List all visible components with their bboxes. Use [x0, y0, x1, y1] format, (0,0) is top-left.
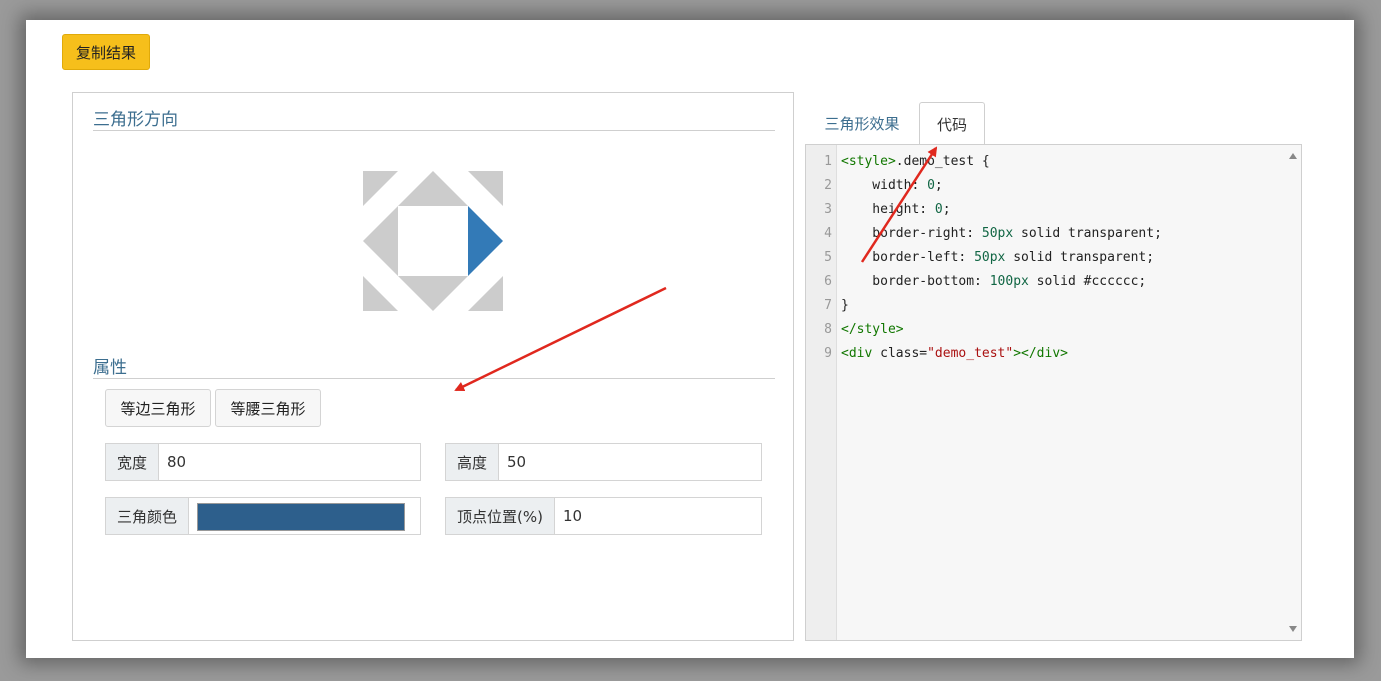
isosceles-triangle-button[interactable]: 等腰三角形 [215, 389, 321, 427]
direction-bottom[interactable] [398, 276, 468, 311]
direction-top-left[interactable] [363, 171, 398, 206]
code-line: border-bottom: 100px solid #cccccc; [841, 274, 1147, 289]
code-line: border-left: 50px solid transparent; [841, 250, 1155, 265]
color-input[interactable] [189, 498, 420, 534]
equilateral-triangle-button[interactable]: 等边三角形 [105, 389, 211, 427]
vertex-position-label: 顶点位置(%) [446, 498, 555, 534]
color-field: 三角颜色 [105, 497, 421, 535]
copy-result-button[interactable]: 复制结果 [62, 34, 150, 70]
direction-bottom-right[interactable] [468, 276, 503, 311]
vertex-position-field: 顶点位置(%) 10 [445, 497, 762, 535]
line-number: 9 [824, 346, 832, 361]
width-label: 宽度 [106, 444, 160, 480]
direction-divider [93, 130, 775, 131]
line-number: 6 [824, 274, 832, 289]
direction-bottom-left[interactable] [363, 276, 398, 311]
line-number: 2 [824, 178, 832, 193]
triangle-settings-panel: 三角形方向 属性 等边三角形 等腰三角形 宽度 80 高度 50 三角颜色 顶点… [72, 92, 794, 641]
tab-triangle-effect[interactable]: 三角形效果 [812, 102, 912, 144]
height-label: 高度 [446, 444, 500, 480]
code-editor[interactable]: 1 2 3 4 5 6 7 8 9 <style>.demo_test { wi… [805, 144, 1302, 641]
direction-top-right[interactable] [468, 171, 503, 206]
line-number: 7 [824, 298, 832, 313]
line-number: 3 [824, 202, 832, 217]
code-line: <div class="demo_test"></div> [841, 346, 1068, 361]
height-field: 高度 50 [445, 443, 762, 481]
code-line: height: 0; [841, 202, 951, 217]
direction-selector [363, 171, 503, 311]
properties-divider [93, 378, 775, 379]
line-number-gutter: 1 2 3 4 5 6 7 8 9 [806, 145, 837, 640]
direction-left[interactable] [363, 206, 398, 276]
code-line: <style>.demo_test { [841, 154, 990, 169]
vertical-scrollbar[interactable] [1285, 145, 1301, 640]
width-field: 宽度 80 [105, 443, 421, 481]
vertex-position-input[interactable]: 10 [555, 498, 761, 534]
direction-right[interactable] [468, 206, 503, 276]
direction-section-title: 三角形方向 [93, 110, 178, 130]
line-number: 4 [824, 226, 832, 241]
height-input[interactable]: 50 [499, 444, 761, 480]
line-number: 8 [824, 322, 832, 337]
color-label: 三角颜色 [106, 498, 190, 534]
line-number: 5 [824, 250, 832, 265]
properties-section-title: 属性 [93, 358, 127, 378]
line-number: 1 [824, 154, 832, 169]
code-line: width: 0; [841, 178, 943, 193]
scroll-down-arrow-icon[interactable] [1289, 626, 1297, 632]
code-line: } [841, 298, 849, 313]
code-line: </style> [841, 322, 904, 337]
code-line: border-right: 50px solid transparent; [841, 226, 1162, 241]
direction-top[interactable] [398, 171, 468, 206]
color-swatch[interactable] [197, 503, 406, 531]
tab-code[interactable]: 代码 [919, 102, 985, 145]
scroll-up-arrow-icon[interactable] [1289, 153, 1297, 159]
width-input[interactable]: 80 [159, 444, 420, 480]
